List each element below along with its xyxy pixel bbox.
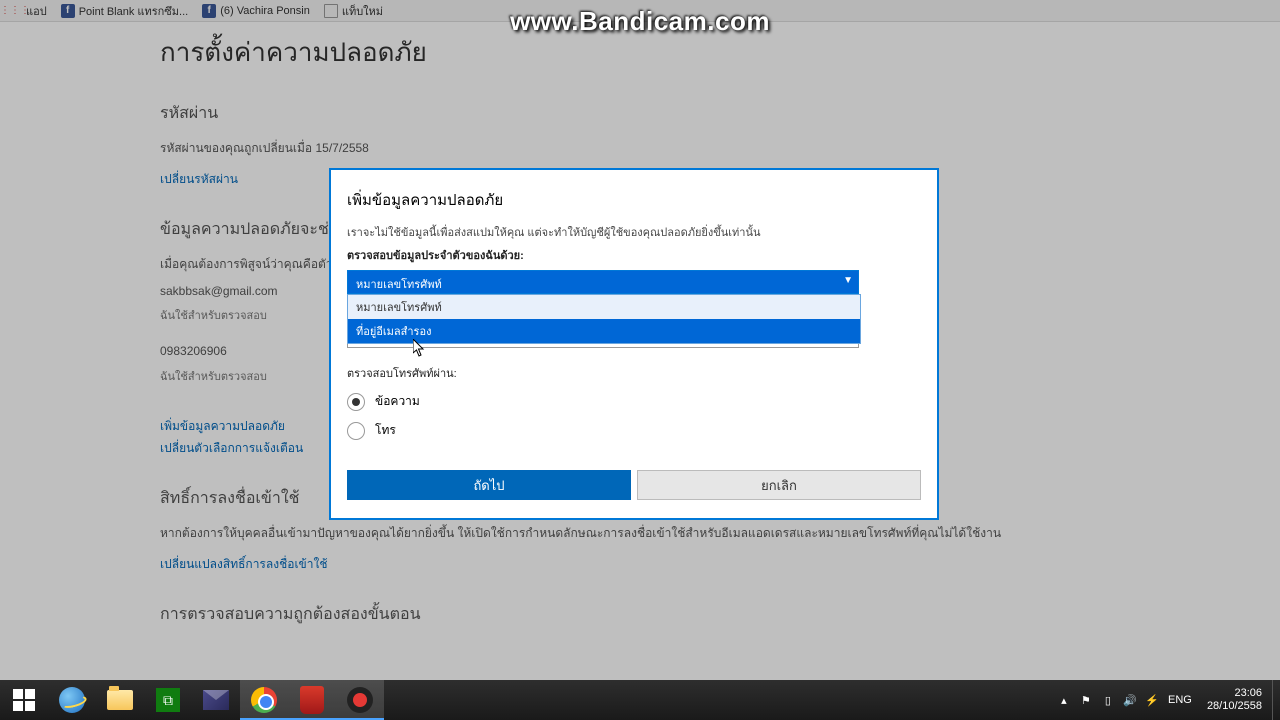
radio-icon — [347, 422, 365, 440]
start-button[interactable] — [0, 680, 48, 720]
chevron-down-icon: ▼ — [843, 275, 853, 286]
verify-method-dropdown: หมายเลขโทรศัพท์ ที่อยู่อีเมลสำรอง — [347, 294, 861, 344]
tray-network-icon[interactable]: ▯ — [1097, 680, 1119, 720]
add-security-modal: เพิ่มข้อมูลความปลอดภัย เราจะไม่ใช้ข้อมูล… — [329, 168, 939, 520]
next-button[interactable]: ถัดไป — [347, 470, 631, 500]
bandicam-watermark: www.Bandicam.com — [510, 6, 770, 37]
taskbar-garena[interactable] — [288, 680, 336, 720]
tray-lang[interactable]: ENG — [1163, 680, 1197, 720]
taskbar: ⧉ ▴ ⚑ ▯ 🔊 ⚡ ENG 23:06 28/10/2558 — [0, 680, 1280, 720]
radio-call[interactable]: โทร — [347, 421, 921, 440]
taskbar-mail[interactable] — [192, 680, 240, 720]
taskbar-ie[interactable] — [48, 680, 96, 720]
taskbar-chrome[interactable] — [240, 680, 288, 720]
folder-icon — [107, 690, 133, 710]
chrome-icon — [251, 687, 277, 713]
radio-icon — [347, 393, 365, 411]
store-icon: ⧉ — [156, 688, 180, 712]
dropdown-option-email[interactable]: ที่อยู่อีเมลสำรอง — [348, 319, 860, 343]
radio-sms[interactable]: ข้อความ — [347, 392, 921, 411]
tray-volume-icon[interactable]: 🔊 — [1119, 680, 1141, 720]
garena-icon — [300, 686, 324, 714]
windows-logo-icon — [13, 689, 35, 711]
taskbar-bandicam[interactable] — [336, 680, 384, 720]
tray-time: 23:06 — [1207, 687, 1262, 700]
record-icon — [347, 687, 373, 713]
show-desktop-button[interactable] — [1272, 680, 1280, 720]
system-tray: ▴ ⚑ ▯ 🔊 ⚡ ENG 23:06 28/10/2558 — [1053, 680, 1280, 720]
ie-icon — [59, 687, 85, 713]
cancel-button[interactable]: ยกเลิก — [637, 470, 921, 500]
taskbar-store[interactable]: ⧉ — [144, 680, 192, 720]
tray-flag-icon[interactable]: ⚑ — [1075, 680, 1097, 720]
radio-label-sms: ข้อความ — [375, 392, 420, 411]
radio-label-call: โทร — [375, 421, 396, 440]
tray-date: 28/10/2558 — [1207, 700, 1262, 713]
mail-icon — [203, 690, 229, 710]
modal-desc: เราจะไม่ใช้ข้อมูลนี้เพื่อส่งสแปมให้คุณ แ… — [347, 226, 921, 240]
select-label: ตรวจสอบข้อมูลประจำตัวของฉันด้วย: — [347, 246, 921, 264]
taskbar-explorer[interactable] — [96, 680, 144, 720]
radio-group-label: ตรวจสอบโทรศัพท์ผ่าน: — [347, 364, 921, 382]
verify-method-select[interactable]: หมายเลขโทรศัพท์ ▼ — [347, 270, 859, 294]
tray-clock[interactable]: 23:06 28/10/2558 — [1197, 687, 1272, 713]
tray-power-icon[interactable]: ⚡ — [1141, 680, 1163, 720]
select-value: หมายเลขโทรศัพท์ — [356, 279, 442, 291]
dropdown-option-phone[interactable]: หมายเลขโทรศัพท์ — [348, 295, 860, 319]
modal-title: เพิ่มข้อมูลความปลอดภัย — [347, 188, 921, 212]
tray-up-icon[interactable]: ▴ — [1053, 680, 1075, 720]
